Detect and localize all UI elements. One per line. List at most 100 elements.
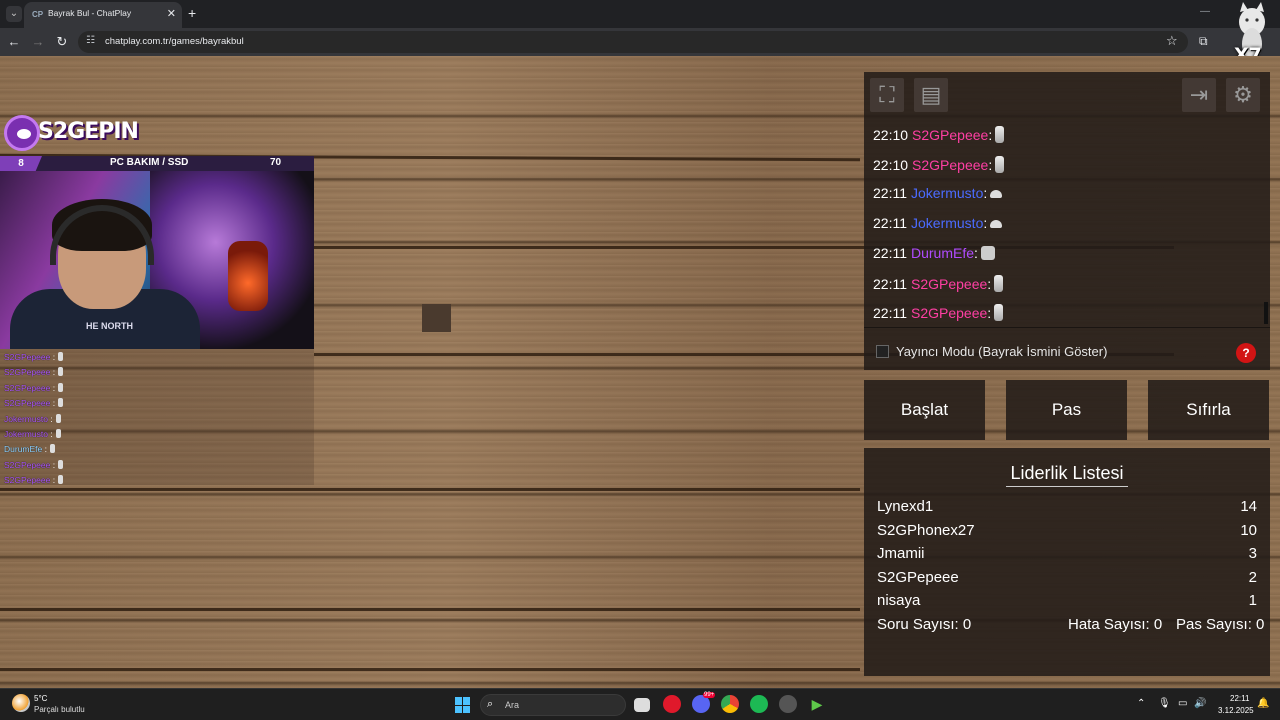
notification-icon[interactable]: 🔔 [1257, 698, 1269, 709]
tray-expand-icon[interactable]: ⌃ [1137, 698, 1145, 709]
browser-tab[interactable]: CP Bayrak Bul - ChatPlay ✕ [24, 2, 182, 28]
wood-grain-line [0, 668, 860, 671]
url-text: chatplay.com.tr/games/bayrakbul [105, 36, 244, 47]
chat-separator: : [983, 215, 988, 232]
overlay-chat-separator: : [47, 429, 53, 439]
search-icon: ⌕ [487, 698, 494, 710]
clock-date[interactable]: 3.12.2025 [1218, 706, 1254, 715]
list-icon[interactable]: ▤ [914, 78, 948, 112]
lamp [228, 241, 268, 311]
start-button[interactable]: Başlat [864, 380, 985, 440]
minimize-icon[interactable]: — [1200, 6, 1210, 17]
chat-timestamp: 22:10 [873, 127, 909, 143]
logout-icon[interactable]: ⇥ [1182, 78, 1216, 112]
emote-icon [58, 367, 64, 377]
overlay-chat-line: S2GPepeee : [4, 367, 64, 381]
forward-icon[interactable]: → [30, 34, 46, 49]
overlay-chat-line: S2GPepeee : [4, 459, 64, 474]
title-underline [1006, 486, 1128, 487]
reload-icon[interactable]: ↻ [54, 34, 70, 50]
site-info-icon[interactable]: ☷ [86, 35, 95, 46]
discord-badge: 99+ [703, 692, 716, 698]
emote-icon [994, 304, 1004, 322]
overlay-chat-username: Jokermusto [4, 413, 48, 424]
error-count: Hata Sayısı: 0 [1068, 616, 1163, 633]
chat-message: 22:11 DurumEfe: [873, 245, 995, 263]
streamer-mode-checkbox[interactable] [876, 345, 889, 358]
streamer-logo: S2GEPIN [4, 115, 139, 155]
back-icon[interactable]: ← [6, 34, 22, 49]
chat-message: 22:11 Jokermusto: [873, 215, 1003, 233]
address-bar[interactable]: ☷ chatplay.com.tr/games/bayrakbul [78, 31, 1188, 53]
windows-start-icon[interactable] [455, 697, 471, 713]
streaming-app-icon[interactable]: ▶ [808, 695, 826, 713]
steam-icon[interactable] [779, 695, 797, 713]
overlay-chat-username: S2GPepeee [4, 475, 51, 486]
opera-icon[interactable] [663, 695, 681, 713]
browser-tab-bar: ⌄ CP Bayrak Bul - ChatPlay ✕ + — [0, 0, 1280, 28]
overlay-chat-separator: : [50, 398, 56, 409]
extensions-icon[interactable]: ⧉ [1199, 34, 1208, 49]
weather-icon[interactable] [12, 694, 30, 712]
leaderboard-row: Jmamii 3 [877, 545, 1257, 563]
question-count: Soru Sayısı: 0 [877, 616, 972, 633]
chat-timestamp: 22:11 [873, 185, 907, 202]
chat-username: S2GPepeee [911, 305, 988, 322]
leaderboard-player-score: 14 [1240, 498, 1257, 515]
weather-description[interactable]: Parçalı bulutlu [34, 705, 85, 714]
help-button[interactable]: ? [1236, 343, 1256, 363]
network-icon[interactable]: ▭ [1178, 698, 1187, 709]
task-view-icon[interactable] [634, 698, 650, 712]
divider [864, 327, 1270, 328]
leaderboard-title: Liderlik Listesi [1010, 463, 1124, 483]
emote-icon [50, 444, 55, 454]
pass-count: Pas Sayısı: 0 [1176, 616, 1265, 633]
chat-username: Jokermusto [911, 185, 984, 202]
pass-button[interactable]: Pas [1006, 380, 1127, 440]
streamer-logo-text: S2GEPIN [38, 119, 139, 144]
chat-username: DurumEfe [911, 244, 975, 261]
emote-icon [55, 413, 61, 423]
reset-button[interactable]: Sıfırla [1148, 380, 1269, 440]
microphone-icon[interactable]: 🎙 [1158, 698, 1171, 709]
chat-separator: : [974, 244, 978, 261]
chat-scrollbar[interactable] [1264, 302, 1268, 324]
weather-temperature[interactable]: 5°C [34, 694, 47, 703]
overlay-chat-separator: : [50, 459, 56, 470]
spotify-icon[interactable] [750, 695, 768, 713]
emote-icon [58, 352, 64, 361]
chat-timestamp: 22:11 [873, 244, 907, 261]
leaderboard-row: Lynexd1 14 [877, 498, 1257, 516]
clock-time[interactable]: 22:11 [1230, 694, 1249, 703]
chatplay-favicon-icon: CP [32, 10, 44, 19]
webcam-feed: HE NORTH [0, 171, 314, 349]
overlay-chat-line: Jokermusto : [4, 429, 61, 443]
close-tab-icon[interactable]: ✕ [167, 7, 176, 20]
bookmark-star-icon[interactable]: ☆ [1166, 33, 1178, 49]
chat-separator: : [987, 275, 992, 292]
chat-timestamp: 22:10 [873, 156, 909, 173]
chat-timestamp: 22:11 [873, 215, 907, 232]
volume-icon[interactable]: 🔊 [1194, 698, 1206, 709]
overlay-chat-username: S2GPepeee [4, 367, 51, 378]
fullscreen-icon[interactable]: ⛶ [870, 78, 904, 112]
stream-info-bar: 8 PC BAKIM / SSD 70 [0, 156, 314, 171]
new-tab-icon[interactable]: + [188, 5, 196, 21]
overlay-chat-line: Jokermusto : [4, 413, 61, 428]
emote-icon [55, 429, 61, 438]
chrome-icon[interactable] [721, 695, 739, 713]
chat-username: Jokermusto [911, 215, 984, 232]
streamer-mode-label[interactable]: Yayıncı Modu (Bayrak İsmini Göster) [896, 344, 1107, 359]
emote-icon [995, 126, 1005, 143]
overlay-chat-separator: : [50, 367, 56, 378]
tab-search-button[interactable]: ⌄ [6, 6, 22, 22]
chat-message: 22:11 S2GPepeee: [873, 274, 1004, 293]
settings-gear-icon[interactable]: ⚙ [1226, 78, 1260, 112]
chat-timestamp: 22:11 [873, 305, 907, 322]
taskbar-search[interactable]: ⌕ Ara [480, 694, 626, 716]
logo-eye-icon [4, 115, 40, 151]
browser-toolbar: ← → ↻ ☷ chatplay.com.tr/games/bayrakbul [0, 28, 1280, 56]
emote-icon [58, 382, 64, 392]
chat-username: S2GPepeee [911, 275, 988, 292]
overlay-chat-separator: : [50, 382, 56, 393]
